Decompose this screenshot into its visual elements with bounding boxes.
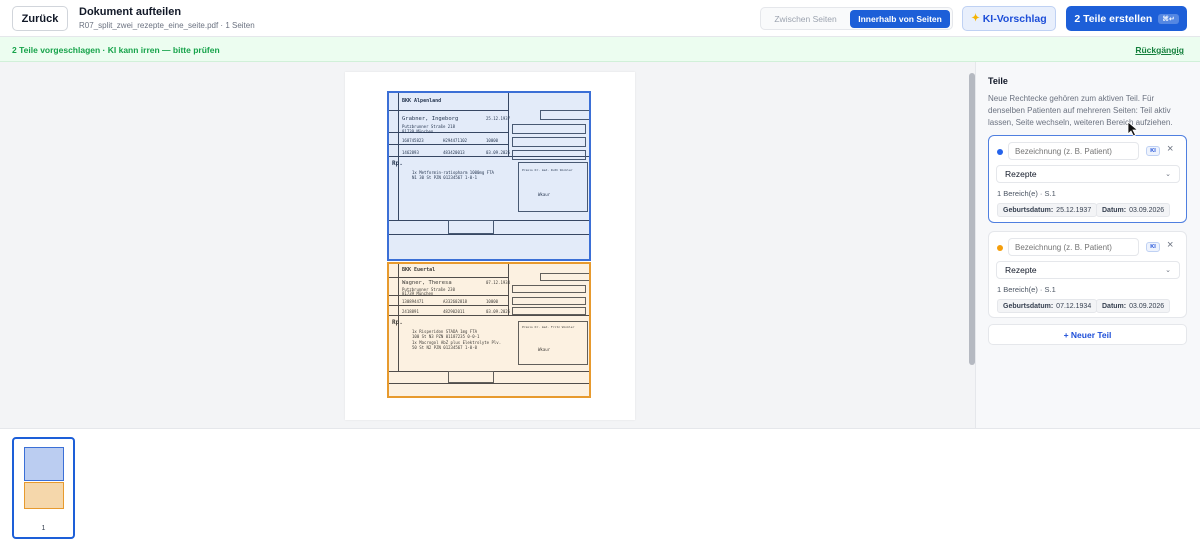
dob-value: 07.12.1934 bbox=[1056, 302, 1092, 310]
part-name-input[interactable] bbox=[1008, 142, 1139, 160]
ki-badge: KI bbox=[1146, 242, 1160, 252]
create-parts-label: 2 Teile erstellen bbox=[1074, 12, 1153, 25]
part-2-region[interactable] bbox=[387, 262, 591, 398]
suggestion-banner-text: 2 Teile vorgeschlagen · KI kann irren — … bbox=[12, 45, 220, 55]
document-canvas: BKK Alpenland Grabner, Ingeborg 25.12.19… bbox=[0, 62, 975, 428]
dob-label: Geburtsdatum: bbox=[1003, 302, 1054, 310]
sparkle-icon: ✦ bbox=[971, 13, 980, 24]
parts-panel-title: Teile bbox=[988, 76, 1008, 86]
ki-badge: KI bbox=[1146, 146, 1160, 156]
mode-between-pages-button[interactable]: Zwischen Seiten bbox=[763, 10, 848, 28]
parts-panel: Teile Neue Rechtecke gehören zum aktiven… bbox=[975, 62, 1200, 428]
ki-suggestion-button[interactable]: ✦ KI-Vorschlag bbox=[962, 6, 1056, 31]
part-1-region[interactable] bbox=[387, 91, 591, 261]
date-label: Datum: bbox=[1102, 302, 1127, 310]
page-thumbnail[interactable]: 1 bbox=[12, 437, 75, 539]
dob-label: Geburtsdatum: bbox=[1003, 206, 1054, 214]
date-value: 03.09.2026 bbox=[1129, 302, 1165, 310]
suggestion-banner: 2 Teile vorgeschlagen · KI kann irren — … bbox=[0, 37, 1200, 62]
part-color-dot bbox=[997, 149, 1003, 155]
part-card-1[interactable]: KI × Rezepte ⌄ 1 Bereich(e) · S.1 Geburt… bbox=[988, 135, 1187, 223]
keyboard-shortcut-badge: ⌘↵ bbox=[1158, 13, 1179, 24]
thumbnail-part-1-region bbox=[24, 447, 64, 481]
top-bar: Zurück Dokument aufteilen R07_split_zwei… bbox=[0, 0, 1200, 37]
part-type-value: Rezepte bbox=[1005, 265, 1037, 275]
thumbnail-preview bbox=[24, 445, 64, 523]
date-value: 03.09.2026 bbox=[1129, 206, 1165, 214]
parts-panel-help: Neue Rechtecke gehören zum aktiven Teil.… bbox=[988, 94, 1173, 127]
thumbnail-page-number: 1 bbox=[41, 525, 46, 532]
file-subtitle: R07_split_zwei_rezepte_eine_seite.pdf · … bbox=[79, 21, 255, 30]
part-meta: 1 Bereich(e) · S.1 bbox=[997, 189, 1056, 198]
part-type-select[interactable]: Rezepte ⌄ bbox=[996, 165, 1180, 183]
part-type-value: Rezepte bbox=[1005, 169, 1037, 179]
dob-chip: Geburtsdatum: 25.12.1937 bbox=[997, 203, 1098, 217]
date-label: Datum: bbox=[1102, 206, 1127, 214]
part-card-2[interactable]: KI × Rezepte ⌄ 1 Bereich(e) · S.1 Geburt… bbox=[988, 231, 1187, 318]
thumbnail-strip: 1 bbox=[0, 428, 1200, 546]
thumbnail-part-2-region bbox=[24, 482, 64, 509]
dob-chip: Geburtsdatum: 07.12.1934 bbox=[997, 299, 1098, 313]
chevron-down-icon: ⌄ bbox=[1165, 267, 1171, 274]
mode-within-pages-button[interactable]: Innerhalb von Seiten bbox=[850, 9, 950, 28]
create-parts-button[interactable]: 2 Teile erstellen ⌘↵ bbox=[1066, 6, 1187, 31]
close-icon[interactable]: × bbox=[1167, 143, 1173, 155]
part-name-input[interactable] bbox=[1008, 238, 1139, 256]
page-title: Dokument aufteilen bbox=[79, 6, 182, 18]
date-chip: Datum: 03.09.2026 bbox=[1096, 299, 1171, 313]
close-icon[interactable]: × bbox=[1167, 239, 1173, 251]
date-chip: Datum: 03.09.2026 bbox=[1096, 203, 1171, 217]
ki-suggestion-label: KI-Vorschlag bbox=[982, 12, 1047, 25]
part-type-select[interactable]: Rezepte ⌄ bbox=[996, 261, 1180, 279]
part-meta: 1 Bereich(e) · S.1 bbox=[997, 285, 1056, 294]
chevron-down-icon: ⌄ bbox=[1165, 171, 1171, 178]
undo-link[interactable]: Rückgängig bbox=[1135, 45, 1184, 55]
back-button[interactable]: Zurück bbox=[12, 6, 68, 31]
mouse-cursor-icon bbox=[1127, 121, 1139, 137]
split-mode-toggle: Zwischen Seiten Innerhalb von Seiten bbox=[760, 7, 953, 30]
add-part-button[interactable]: + Neuer Teil bbox=[988, 324, 1187, 345]
document-page: BKK Alpenland Grabner, Ingeborg 25.12.19… bbox=[345, 72, 635, 420]
part-color-dot bbox=[997, 245, 1003, 251]
dob-value: 25.12.1937 bbox=[1056, 206, 1092, 214]
